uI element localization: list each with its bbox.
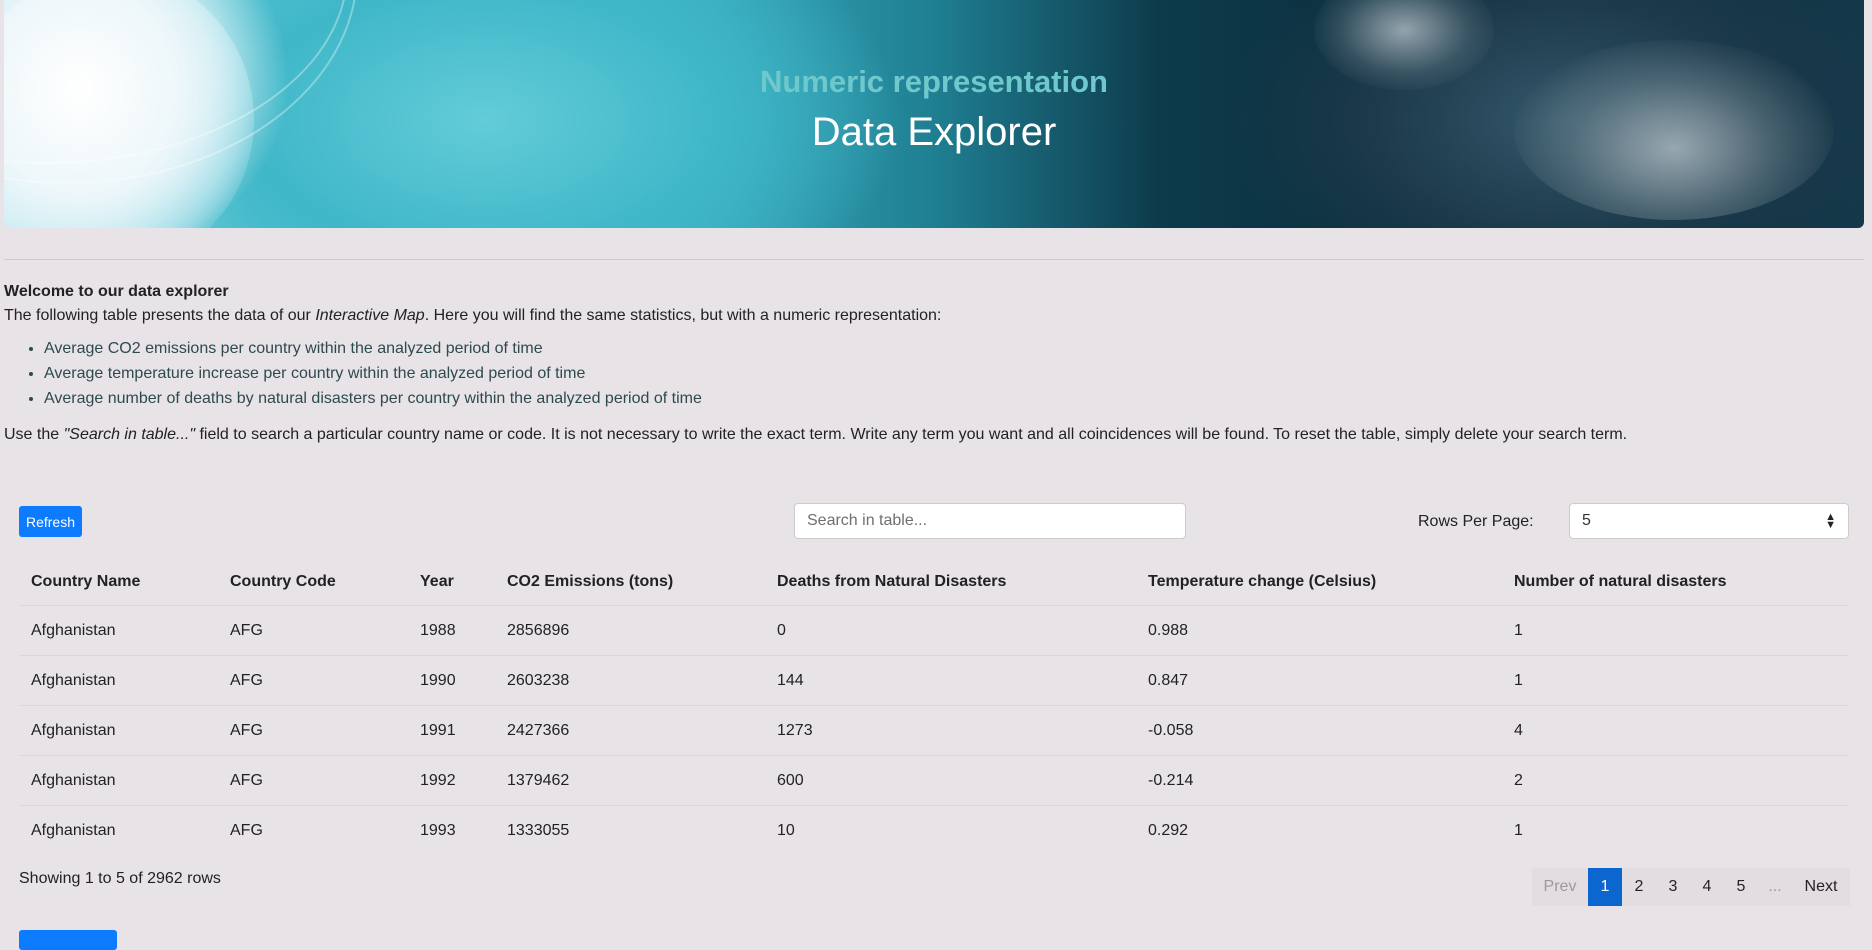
table-cell: -0.214: [1136, 755, 1502, 806]
search-input[interactable]: [794, 503, 1186, 539]
intro-text-part: . Here you will find the same statistics…: [424, 307, 942, 324]
table-cell: Afghanistan: [19, 805, 218, 855]
page-title: Data Explorer: [811, 110, 1057, 154]
list-item: Average number of deaths by natural disa…: [44, 386, 1864, 411]
table-row: Afghanistan AFG 1991 2427366 1273 -0.058…: [19, 705, 1849, 756]
table-cell: 1988: [420, 621, 456, 639]
pagination: Prev 1 2 3 4 5 ... Next: [1532, 868, 1850, 906]
page-button-2[interactable]: 2: [1622, 868, 1656, 906]
table-cell: 2427366: [495, 705, 765, 756]
usage-text-part: Use the: [4, 426, 64, 443]
table-cell: AFG: [218, 655, 408, 706]
divider: [4, 259, 1864, 260]
table-cell: 0.988: [1148, 621, 1189, 639]
column-header-country-code[interactable]: Country Code: [218, 559, 408, 606]
column-header-temperature[interactable]: Temperature change (Celsius): [1136, 559, 1502, 606]
welcome-heading: Welcome to our data explorer: [4, 283, 229, 300]
table-cell: AFG: [230, 621, 263, 639]
pagination-summary: Showing 1 to 5 of 2962 rows: [19, 870, 221, 887]
table-cell: AFG: [218, 705, 408, 756]
search-field-mention: "Search in table...": [63, 426, 196, 443]
table-row: Afghanistan AFG 1992 1379462 600 -0.214 …: [19, 755, 1849, 806]
table-cell: 2603238: [495, 655, 765, 706]
table-cell: Afghanistan: [19, 755, 218, 806]
column-header-disasters[interactable]: Number of natural disasters: [1502, 559, 1849, 606]
rows-per-page-label: Rows Per Page:: [1418, 513, 1534, 530]
table-cell: 0.292: [1136, 805, 1502, 855]
intro-text: The following table presents the data of…: [4, 304, 1864, 328]
rows-per-page-select[interactable]: 5 ▲ ▼: [1569, 503, 1849, 539]
table-cell: 1273: [765, 705, 1136, 756]
next-page-button[interactable]: Next: [1792, 868, 1850, 906]
table-cell: 0: [777, 621, 786, 639]
bottom-action-button[interactable]: [19, 930, 117, 950]
rows-per-page-value: 5: [1582, 512, 1591, 529]
page-button-5[interactable]: 5: [1724, 868, 1758, 906]
column-header-co2[interactable]: CO2 Emissions (tons): [495, 559, 765, 606]
table-cell: 1990: [408, 655, 495, 706]
table-cell: 2856896: [507, 621, 570, 639]
refresh-button[interactable]: Refresh: [19, 506, 82, 537]
table-row: Afghanistan AFG 1988 2856896 0 0.988 1: [19, 606, 1849, 656]
table-cell: 4: [1502, 705, 1849, 756]
hero-banner: Numeric representation Data Explorer: [4, 0, 1864, 228]
intro-text-part: The following table presents the data of…: [4, 307, 316, 324]
table-cell: -0.058: [1136, 705, 1502, 756]
table-cell: 10: [765, 805, 1136, 855]
data-table: Country Name Country Code Year CO2 Emiss…: [19, 559, 1849, 855]
table-cell: 600: [765, 755, 1136, 806]
select-arrows-icon: ▲ ▼: [1825, 511, 1836, 531]
table-cell: 1: [1502, 655, 1849, 706]
hero-subtitle: Numeric representation: [760, 64, 1108, 99]
table-cell: 2: [1502, 755, 1849, 806]
intro-section: Welcome to our data explorer The followi…: [4, 280, 1864, 447]
table-cell: 1333055: [495, 805, 765, 855]
page-button-1[interactable]: 1: [1588, 868, 1622, 906]
table-cell: 1: [1502, 805, 1849, 855]
table-cell: 1993: [408, 805, 495, 855]
table-cell: Afghanistan: [19, 655, 218, 706]
list-item: Average temperature increase per country…: [44, 361, 1864, 386]
table-cell: AFG: [218, 755, 408, 806]
interactive-map-mention: Interactive Map: [315, 307, 425, 324]
table-cell: 1991: [408, 705, 495, 756]
pagination-ellipsis: ...: [1758, 868, 1792, 906]
prev-page-button[interactable]: Prev: [1532, 868, 1588, 906]
table-cell: 1992: [408, 755, 495, 806]
page-button-4[interactable]: 4: [1690, 868, 1724, 906]
column-header-country-name[interactable]: Country Name: [19, 559, 218, 606]
table-cell: 1: [1514, 621, 1523, 639]
column-header-deaths[interactable]: Deaths from Natural Disasters: [765, 559, 1136, 606]
table-row: Afghanistan AFG 1993 1333055 10 0.292 1: [19, 805, 1849, 855]
list-item: Average CO2 emissions per country within…: [44, 336, 1864, 361]
table-cell: 1379462: [495, 755, 765, 806]
page-button-3[interactable]: 3: [1656, 868, 1690, 906]
column-header-year[interactable]: Year: [408, 559, 495, 606]
table-cell: Afghanistan: [31, 621, 116, 639]
table-cell: AFG: [218, 805, 408, 855]
table-cell: 144: [765, 655, 1136, 706]
usage-text-part: field to search a particular country nam…: [195, 426, 1628, 443]
usage-instructions: Use the "Search in table..." field to se…: [4, 423, 1864, 447]
stats-list: Average CO2 emissions per country within…: [4, 336, 1864, 411]
table-header-row: Country Name Country Code Year CO2 Emiss…: [19, 559, 1849, 606]
table-cell: Afghanistan: [19, 705, 218, 756]
table-cell: 0.847: [1136, 655, 1502, 706]
table-row: Afghanistan AFG 1990 2603238 144 0.847 1: [19, 655, 1849, 706]
